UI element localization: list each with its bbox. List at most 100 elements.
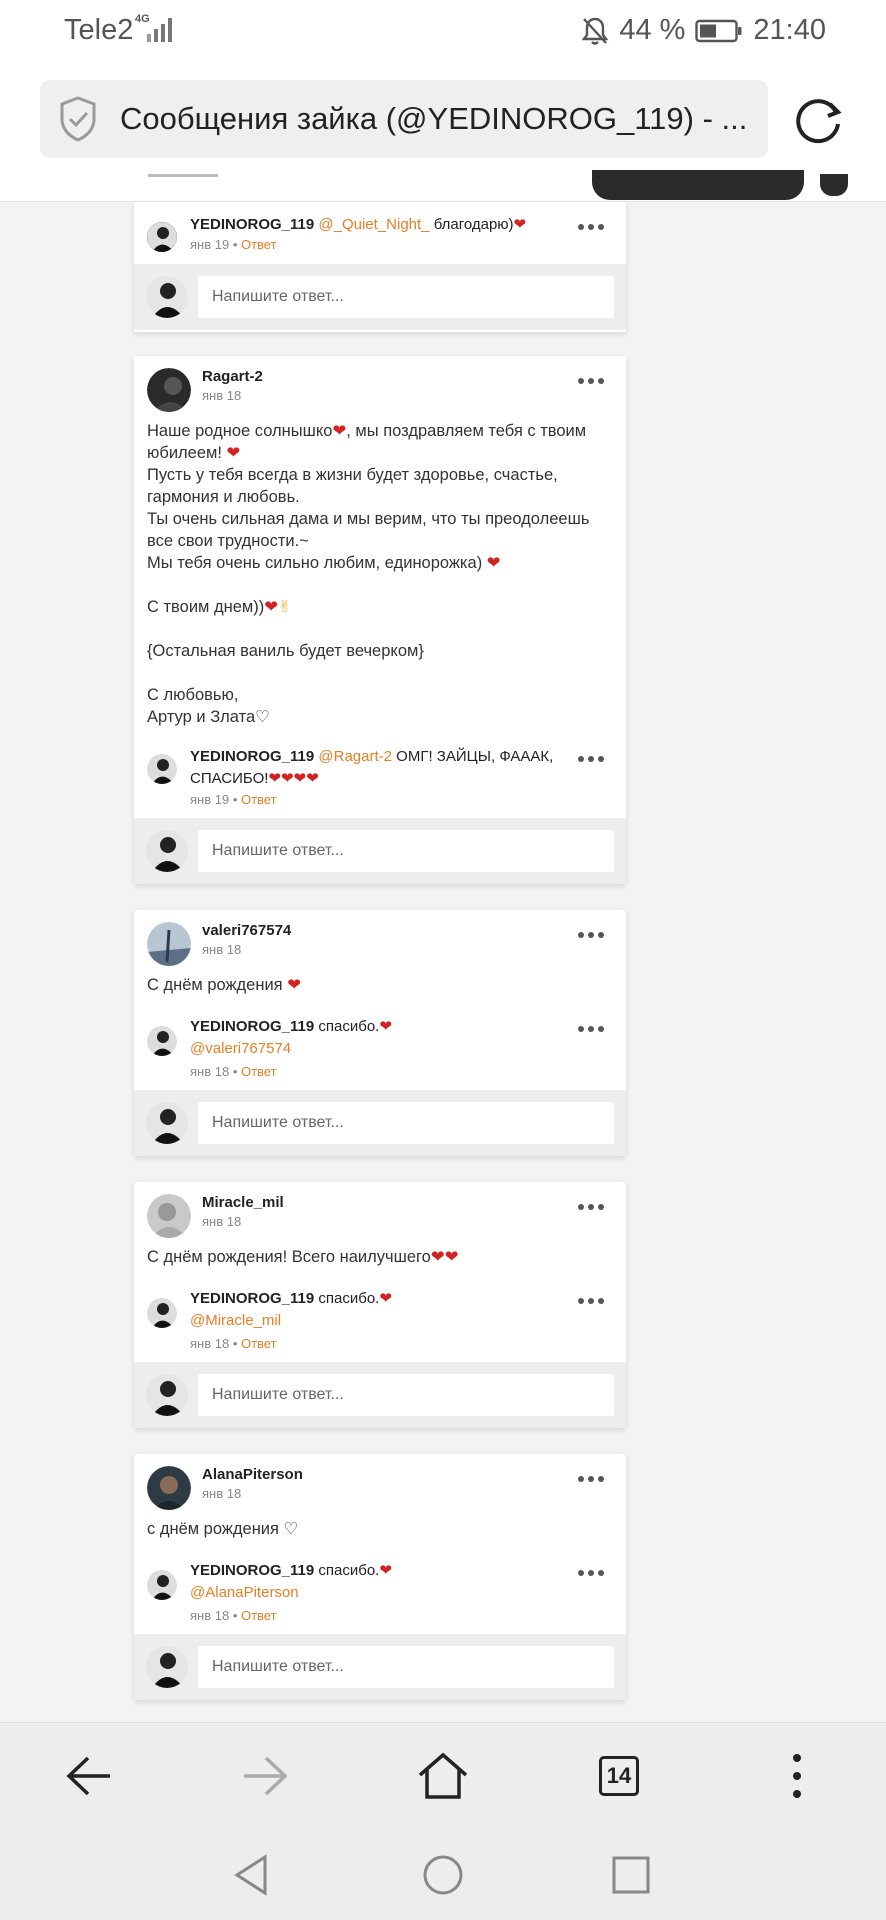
heart-icon: ❤ bbox=[264, 598, 279, 616]
victory-hand-icon: ✌ bbox=[278, 598, 292, 616]
mute-bell-icon bbox=[581, 17, 609, 45]
mention-link[interactable]: @_Quiet_Night_ bbox=[318, 216, 429, 233]
forward-arrow-icon[interactable] bbox=[232, 1743, 298, 1809]
reply-date: янв 18 bbox=[190, 1608, 230, 1623]
mention-link[interactable]: @Ragart-2 bbox=[318, 748, 392, 765]
reply-composer bbox=[134, 264, 626, 330]
back-arrow-icon[interactable] bbox=[56, 1743, 122, 1809]
comment-author[interactable]: valeri767574 bbox=[202, 922, 291, 939]
avatar[interactable] bbox=[147, 1466, 191, 1510]
system-recents-icon[interactable] bbox=[606, 1850, 656, 1900]
reply-input[interactable] bbox=[198, 1646, 614, 1688]
battery-icon bbox=[695, 19, 742, 42]
answer-link[interactable]: Ответ bbox=[241, 792, 277, 807]
comment-line: гармония и любовь. bbox=[147, 488, 300, 506]
mention-link[interactable]: @Miracle_mil bbox=[190, 1312, 281, 1329]
comment-text: С днём рождения! Всего наилучшего bbox=[147, 1248, 431, 1266]
answer-link[interactable]: Ответ bbox=[241, 1336, 277, 1351]
heart-icon: ❤ bbox=[379, 1290, 392, 1307]
avatar[interactable] bbox=[147, 1026, 177, 1056]
heart-icon: ❤❤ bbox=[430, 1248, 459, 1266]
reply-composer bbox=[134, 818, 626, 884]
more-options-icon[interactable] bbox=[578, 223, 604, 231]
battery-percent: 44 % bbox=[619, 14, 686, 46]
reply-date: янв 18 bbox=[190, 1064, 230, 1079]
more-options-icon[interactable] bbox=[578, 1475, 604, 1483]
tabs-button[interactable]: 14 bbox=[586, 1743, 652, 1809]
comment-text: с днём рождения ♡ bbox=[147, 1520, 299, 1538]
comment-body: Наше родное солнышко❤, мы поздравляем те… bbox=[147, 420, 617, 728]
carrier-name: Tele2 bbox=[64, 14, 134, 46]
tab-count: 14 bbox=[599, 1756, 639, 1796]
comment-date: янв 18 bbox=[202, 1214, 242, 1229]
reply-input[interactable] bbox=[198, 276, 614, 318]
comment-text: С днём рождения bbox=[147, 976, 288, 994]
reload-icon[interactable] bbox=[790, 92, 846, 148]
system-home-icon[interactable] bbox=[418, 1850, 468, 1900]
menu-dots-icon[interactable] bbox=[764, 1743, 830, 1809]
more-options-icon[interactable] bbox=[578, 1569, 604, 1577]
answer-link[interactable]: Ответ bbox=[241, 237, 277, 252]
page-title: Сообщения зайка (@YEDINOROG_119) - ... bbox=[120, 101, 748, 136]
avatar[interactable] bbox=[147, 754, 177, 784]
heart-icon: ❤ bbox=[486, 554, 501, 572]
more-options-icon[interactable] bbox=[578, 1203, 604, 1211]
scrolled-header-remnant bbox=[148, 174, 218, 184]
comment-date: янв 18 bbox=[202, 388, 242, 403]
comment-card: YEDINOROG_119 @_Quiet_Night_ благодарю)❤… bbox=[134, 202, 626, 332]
comment-author[interactable]: Miracle_mil bbox=[202, 1194, 284, 1211]
avatar[interactable] bbox=[147, 1298, 177, 1328]
system-back-icon[interactable] bbox=[226, 1850, 276, 1900]
signal-icon bbox=[147, 18, 172, 42]
comment-line: , мы поздравляем тебя с твоим bbox=[346, 422, 587, 440]
comment-line: Артур и Злата♡ bbox=[147, 708, 270, 726]
reply-input[interactable] bbox=[198, 1374, 614, 1416]
avatar[interactable] bbox=[147, 1194, 191, 1238]
reply-composer bbox=[134, 1362, 626, 1428]
my-avatar bbox=[146, 276, 188, 318]
reply-date: янв 19 bbox=[190, 237, 230, 252]
avatar[interactable] bbox=[147, 1570, 177, 1600]
heart-icon: ❤ bbox=[379, 1018, 392, 1035]
reply-author[interactable]: YEDINOROG_119 bbox=[190, 748, 314, 765]
mention-link[interactable]: @AlanaPiterson bbox=[190, 1584, 299, 1601]
comment-card: Ragart-2 янв 18 Наше родное солнышко❤, м… bbox=[134, 356, 626, 884]
comment-line: {Остальная ваниль будет вечерком} bbox=[147, 642, 424, 660]
avatar[interactable] bbox=[147, 222, 177, 252]
reply-date: янв 18 bbox=[190, 1336, 230, 1351]
reply-input[interactable] bbox=[198, 1102, 614, 1144]
reply-input[interactable] bbox=[198, 830, 614, 872]
my-avatar bbox=[146, 830, 188, 872]
comment-card: AlanaPiterson янв 18 с днём рождения ♡ Y… bbox=[134, 1454, 626, 1700]
answer-link[interactable]: Ответ bbox=[241, 1064, 277, 1079]
reply-author[interactable]: YEDINOROG_119 bbox=[190, 216, 314, 233]
more-options-icon[interactable] bbox=[578, 755, 604, 763]
address-bar[interactable]: Сообщения зайка (@YEDINOROG_119) - ... bbox=[40, 80, 768, 158]
comment-author[interactable]: AlanaPiterson bbox=[202, 1466, 303, 1483]
comment-author[interactable]: Ragart-2 bbox=[202, 368, 263, 385]
home-icon[interactable] bbox=[410, 1743, 476, 1809]
my-avatar bbox=[146, 1374, 188, 1416]
shield-icon[interactable] bbox=[56, 94, 100, 144]
more-options-icon[interactable] bbox=[578, 377, 604, 385]
comment-line: юбилеем! bbox=[147, 444, 227, 462]
reply-author[interactable]: YEDINOROG_119 bbox=[190, 1018, 314, 1035]
avatar[interactable] bbox=[147, 368, 191, 412]
reply-author[interactable]: YEDINOROG_119 bbox=[190, 1290, 314, 1307]
more-options-icon[interactable] bbox=[578, 931, 604, 939]
comment-body: С днём рождения! Всего наилучшего❤❤ bbox=[147, 1246, 617, 1268]
reply-text: ОМГ! ЗАЙЦЫ, ФАААК, bbox=[396, 748, 554, 765]
heart-icon: ❤ bbox=[332, 422, 347, 440]
comment-line: Ты очень сильная дама и мы верим, что ты… bbox=[147, 510, 590, 528]
reply-text: спасибо. bbox=[318, 1290, 380, 1307]
reply-author[interactable]: YEDINOROG_119 bbox=[190, 1562, 314, 1579]
comment-line: С любовью, bbox=[147, 686, 239, 704]
my-avatar bbox=[146, 1102, 188, 1144]
comment-body: с днём рождения ♡ bbox=[147, 1518, 617, 1540]
mention-link[interactable]: @valeri767574 bbox=[190, 1040, 291, 1057]
more-options-icon[interactable] bbox=[578, 1025, 604, 1033]
answer-link[interactable]: Ответ bbox=[241, 1608, 277, 1623]
avatar[interactable] bbox=[147, 922, 191, 966]
reply-text: СПАСИБО! bbox=[190, 770, 269, 787]
more-options-icon[interactable] bbox=[578, 1297, 604, 1305]
